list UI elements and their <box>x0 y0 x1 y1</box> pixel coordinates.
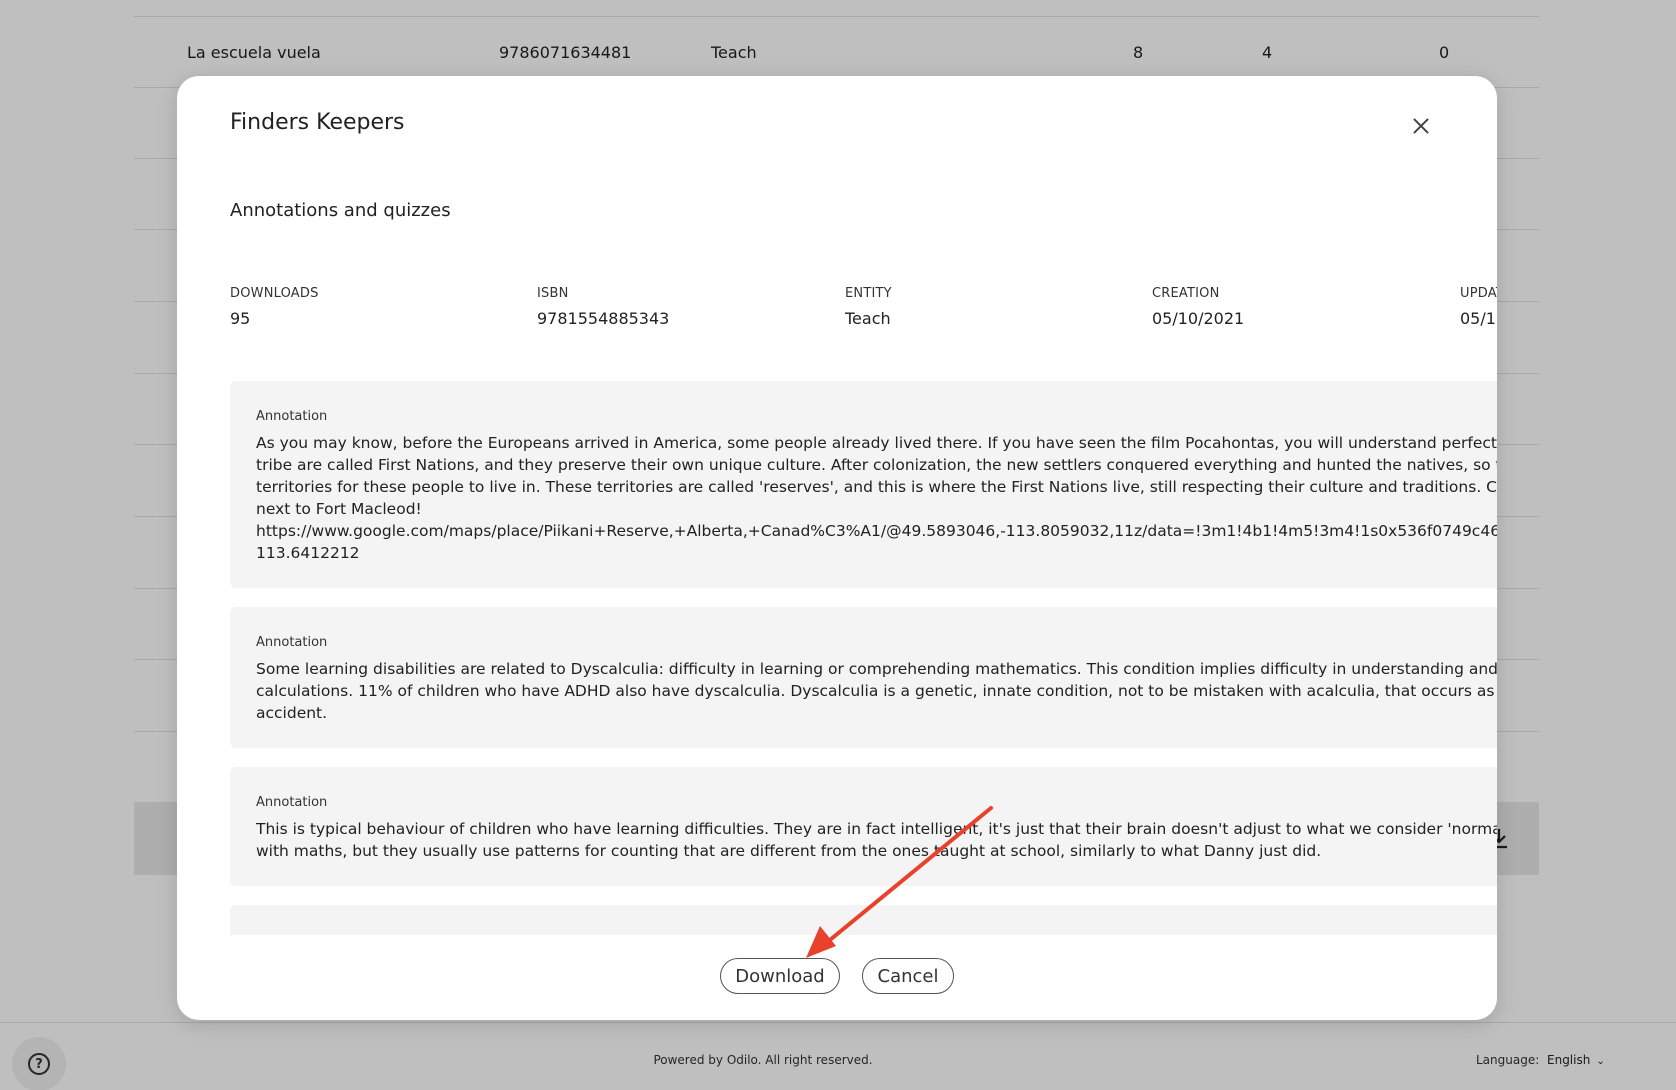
meta-value: Teach <box>845 309 891 328</box>
meta-value: 9781554885343 <box>537 309 670 328</box>
annotation-card: Annotation This is typical behaviour of … <box>230 767 1497 886</box>
modal-actions: Download Cancel <box>177 958 1497 994</box>
annotation-line: territories for these people to live in.… <box>256 478 1497 496</box>
annotation-link[interactable]: https://www.google.com/maps/place/Piikan… <box>256 520 1497 542</box>
annotation-label: Annotation <box>256 635 328 650</box>
meta-label: ISBN <box>537 286 569 301</box>
meta-label: ENTITY <box>845 286 892 301</box>
annotation-line: Some learning disabilities are related t… <box>256 660 1497 678</box>
annotation-line: accident. <box>256 704 328 722</box>
meta-update: UPDAT 05/10 <box>1460 286 1497 328</box>
annotation-line: tribe are called First Nations, and they… <box>256 456 1497 474</box>
finders-keepers-modal: Finders Keepers Annotations and quizzes … <box>177 76 1497 1020</box>
annotation-label: Annotation <box>256 409 328 424</box>
meta-downloads: DOWNLOADS 95 <box>230 286 319 328</box>
meta-creation: CREATION 05/10/2021 <box>1152 286 1244 328</box>
annotation-text: As you may know, before the Europeans ar… <box>256 432 1497 564</box>
annotation-card: Annotation As you may know, before the E… <box>230 381 1497 588</box>
meta-isbn: ISBN 9781554885343 <box>537 286 669 328</box>
annotations-list[interactable]: Annotation As you may know, before the E… <box>230 381 1497 935</box>
annotation-line: next to Fort Macleod! <box>256 500 422 518</box>
meta-label: UPDAT <box>1460 286 1497 301</box>
close-icon[interactable] <box>1409 114 1433 138</box>
annotation-line: As you may know, before the Europeans ar… <box>256 434 1497 452</box>
meta-label: DOWNLOADS <box>230 286 319 301</box>
annotation-card: Annotation Some learning disabilities ar… <box>230 607 1497 748</box>
meta-value: 95 <box>230 309 251 328</box>
annotation-text: Some learning disabilities are related t… <box>256 658 1497 724</box>
annotation-text: This is typical behaviour of children wh… <box>256 818 1497 862</box>
meta-value: 05/10/2021 <box>1152 309 1245 328</box>
annotation-line: calculations. 11% of children who have A… <box>256 682 1497 700</box>
annotation-card <box>230 905 1497 935</box>
cancel-button[interactable]: Cancel <box>862 958 954 994</box>
annotation-line: 113.6412212 <box>256 544 360 562</box>
meta-label: CREATION <box>1152 286 1220 301</box>
annotation-line: This is typical behaviour of children wh… <box>256 820 1497 838</box>
annotation-line: with maths, but they usually use pattern… <box>256 842 1322 860</box>
modal-title: Finders Keepers <box>230 110 405 135</box>
section-title: Annotations and quizzes <box>230 200 451 221</box>
meta-value: 05/10 <box>1460 309 1497 328</box>
annotation-label: Annotation <box>256 795 328 810</box>
download-button[interactable]: Download <box>720 958 840 994</box>
meta-entity: ENTITY Teach <box>845 286 892 328</box>
